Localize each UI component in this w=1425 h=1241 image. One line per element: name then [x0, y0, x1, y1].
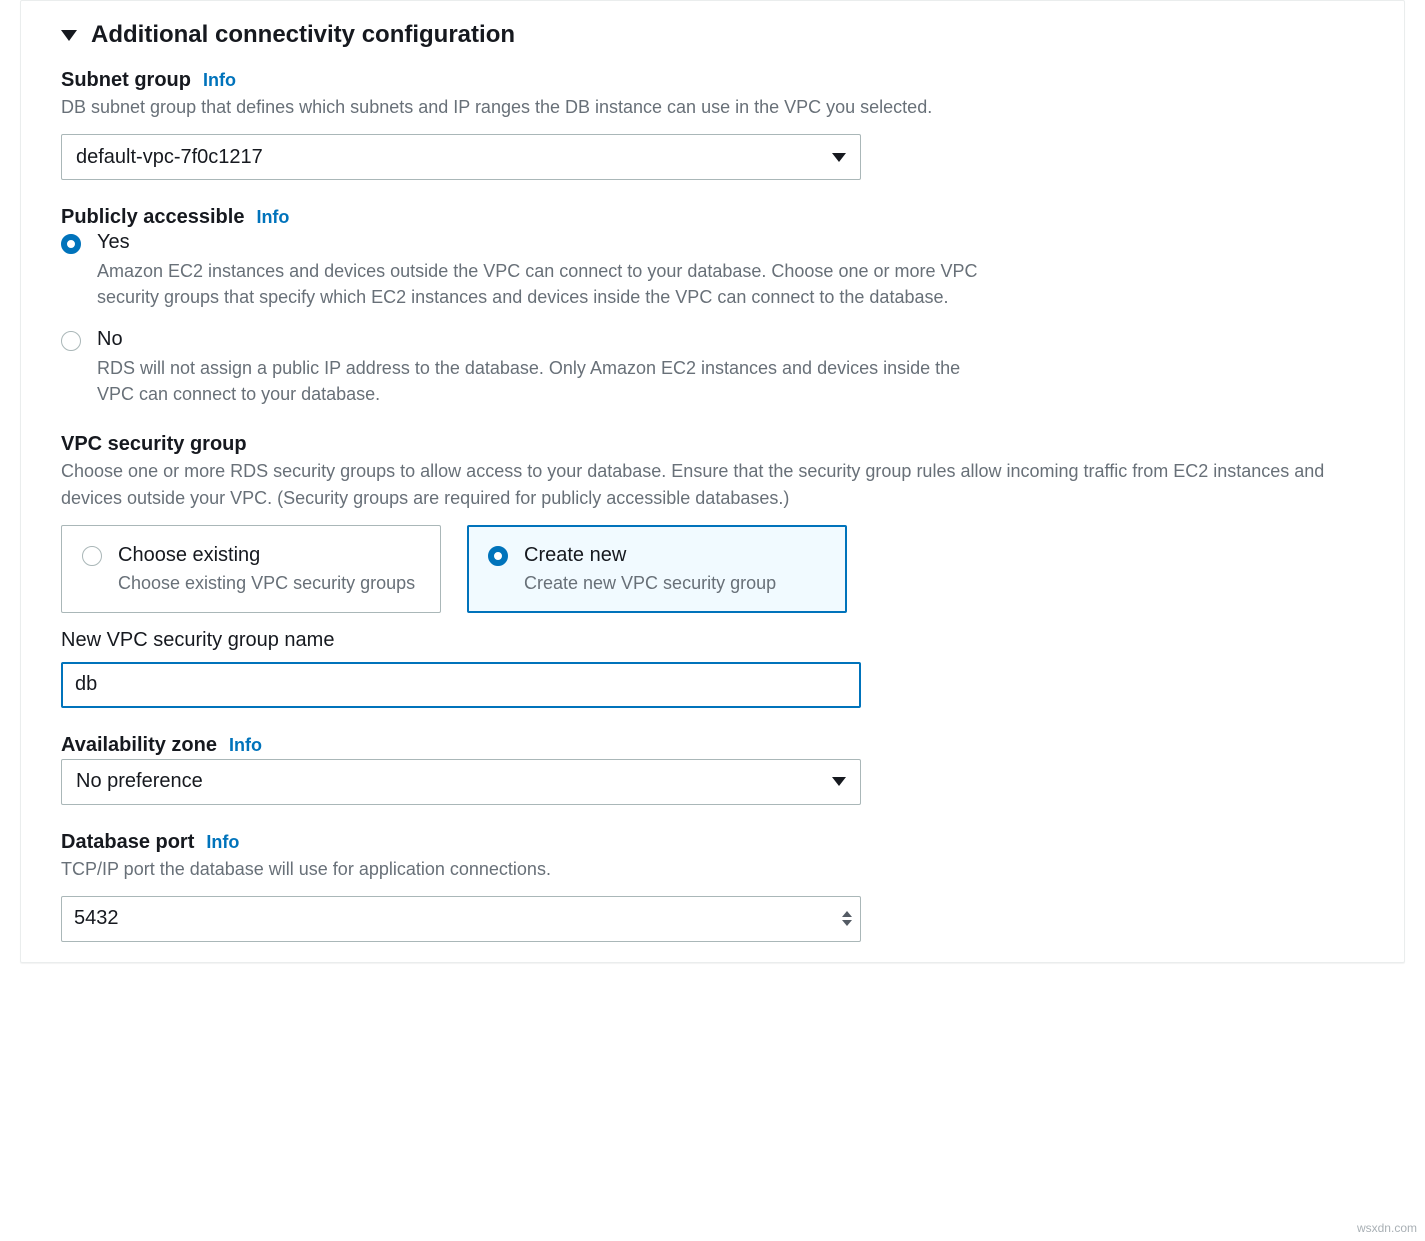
- public-yes-desc: Amazon EC2 instances and devices outside…: [97, 258, 981, 310]
- info-link[interactable]: Info: [229, 735, 262, 756]
- az-select[interactable]: No preference: [61, 759, 861, 805]
- public-no-title: No: [97, 328, 981, 351]
- new-sg-name-label: New VPC security group name: [61, 629, 1364, 652]
- az-field: Availability zone Info No preference: [61, 734, 1364, 805]
- radio-checked-icon: [61, 234, 81, 254]
- subnet-group-desc: DB subnet group that defines which subne…: [61, 94, 1364, 120]
- section-toggle[interactable]: Additional connectivity configuration: [21, 1, 1404, 69]
- radio-unchecked-icon: [82, 546, 102, 566]
- radio-checked-icon: [488, 546, 508, 566]
- watermark: wsxdn.com: [1357, 1221, 1417, 1235]
- chevron-down-icon: [61, 30, 77, 41]
- public-yes-title: Yes: [97, 231, 981, 254]
- subnet-group-field: Subnet group Info DB subnet group that d…: [61, 69, 1364, 180]
- chevron-down-icon: [832, 153, 846, 162]
- public-access-label: Publicly accessible: [61, 206, 244, 229]
- subnet-group-label: Subnet group: [61, 69, 191, 92]
- step-down-icon[interactable]: [842, 920, 852, 926]
- sg-create-title: Create new: [524, 544, 776, 567]
- sg-create-new-tile[interactable]: Create new Create new VPC security group: [467, 525, 847, 613]
- port-stepper[interactable]: [839, 905, 855, 933]
- subnet-group-select[interactable]: default-vpc-7f0c1217: [61, 134, 861, 180]
- section-title: Additional connectivity configuration: [91, 21, 515, 49]
- port-field: Database port Info TCP/IP port the datab…: [61, 831, 1364, 942]
- az-label: Availability zone: [61, 734, 217, 757]
- sg-choose-existing-tile[interactable]: Choose existing Choose existing VPC secu…: [61, 525, 441, 613]
- az-value: No preference: [76, 770, 203, 793]
- public-yes-option[interactable]: Yes Amazon EC2 instances and devices out…: [61, 231, 981, 310]
- info-link[interactable]: Info: [206, 832, 239, 853]
- sg-create-desc: Create new VPC security group: [524, 573, 776, 594]
- chevron-down-icon: [832, 777, 846, 786]
- vpc-sg-label: VPC security group: [61, 433, 247, 456]
- connectivity-panel: Additional connectivity configuration Su…: [20, 0, 1405, 963]
- public-no-option[interactable]: No RDS will not assign a public IP addre…: [61, 328, 981, 407]
- port-input[interactable]: [61, 896, 861, 942]
- sg-existing-desc: Choose existing VPC security groups: [118, 573, 415, 594]
- info-link[interactable]: Info: [256, 207, 289, 228]
- step-up-icon[interactable]: [842, 911, 852, 917]
- port-label: Database port: [61, 831, 194, 854]
- info-link[interactable]: Info: [203, 70, 236, 91]
- new-sg-name-input[interactable]: [61, 662, 861, 708]
- vpc-sg-field: VPC security group Choose one or more RD…: [61, 433, 1364, 707]
- public-no-desc: RDS will not assign a public IP address …: [97, 355, 981, 407]
- port-desc: TCP/IP port the database will use for ap…: [61, 856, 1364, 882]
- sg-existing-title: Choose existing: [118, 544, 415, 567]
- vpc-sg-desc: Choose one or more RDS security groups t…: [61, 458, 1364, 510]
- radio-unchecked-icon: [61, 331, 81, 351]
- public-access-field: Publicly accessible Info Yes Amazon EC2 …: [61, 206, 1364, 407]
- subnet-group-value: default-vpc-7f0c1217: [76, 146, 263, 169]
